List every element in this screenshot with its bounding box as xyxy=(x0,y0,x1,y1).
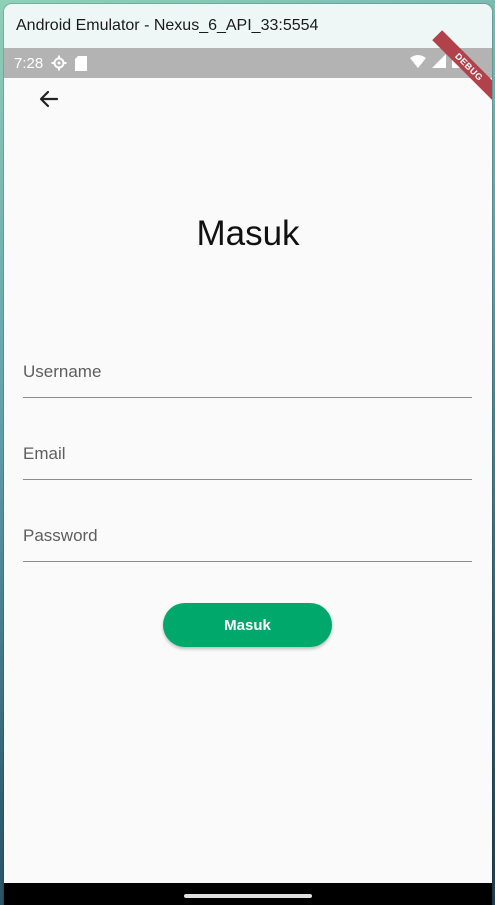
username-input[interactable] xyxy=(23,350,472,397)
window-titlebar[interactable]: Android Emulator - Nexus_6_API_33:5554 xyxy=(4,4,492,48)
status-bar: 7:28 DEBUG xyxy=(4,30,492,104)
email-field[interactable]: Email xyxy=(23,432,472,480)
settings-icon xyxy=(51,55,67,71)
home-gesture-handle[interactable] xyxy=(184,894,312,898)
password-field[interactable]: Password xyxy=(23,514,472,562)
username-field[interactable]: Username xyxy=(23,350,472,398)
back-button[interactable] xyxy=(34,86,64,116)
page-title: Masuk xyxy=(196,214,300,253)
password-input[interactable] xyxy=(23,514,472,561)
arrow-back-icon xyxy=(37,87,61,116)
status-time: 7:28 xyxy=(14,54,44,72)
phone-screen: 7:28 DEBUG Masuk Username Email Password… xyxy=(4,30,492,905)
window-title: Android Emulator - Nexus_6_API_33:5554 xyxy=(16,17,319,34)
navigation-bar xyxy=(4,883,492,905)
login-button[interactable]: Masuk xyxy=(163,603,332,647)
emulator-window: Android Emulator - Nexus_6_API_33:5554 7… xyxy=(4,4,492,905)
signal-icon xyxy=(432,54,446,72)
wifi-icon xyxy=(410,54,426,72)
email-input[interactable] xyxy=(23,432,472,479)
sd-card-icon xyxy=(75,55,88,71)
